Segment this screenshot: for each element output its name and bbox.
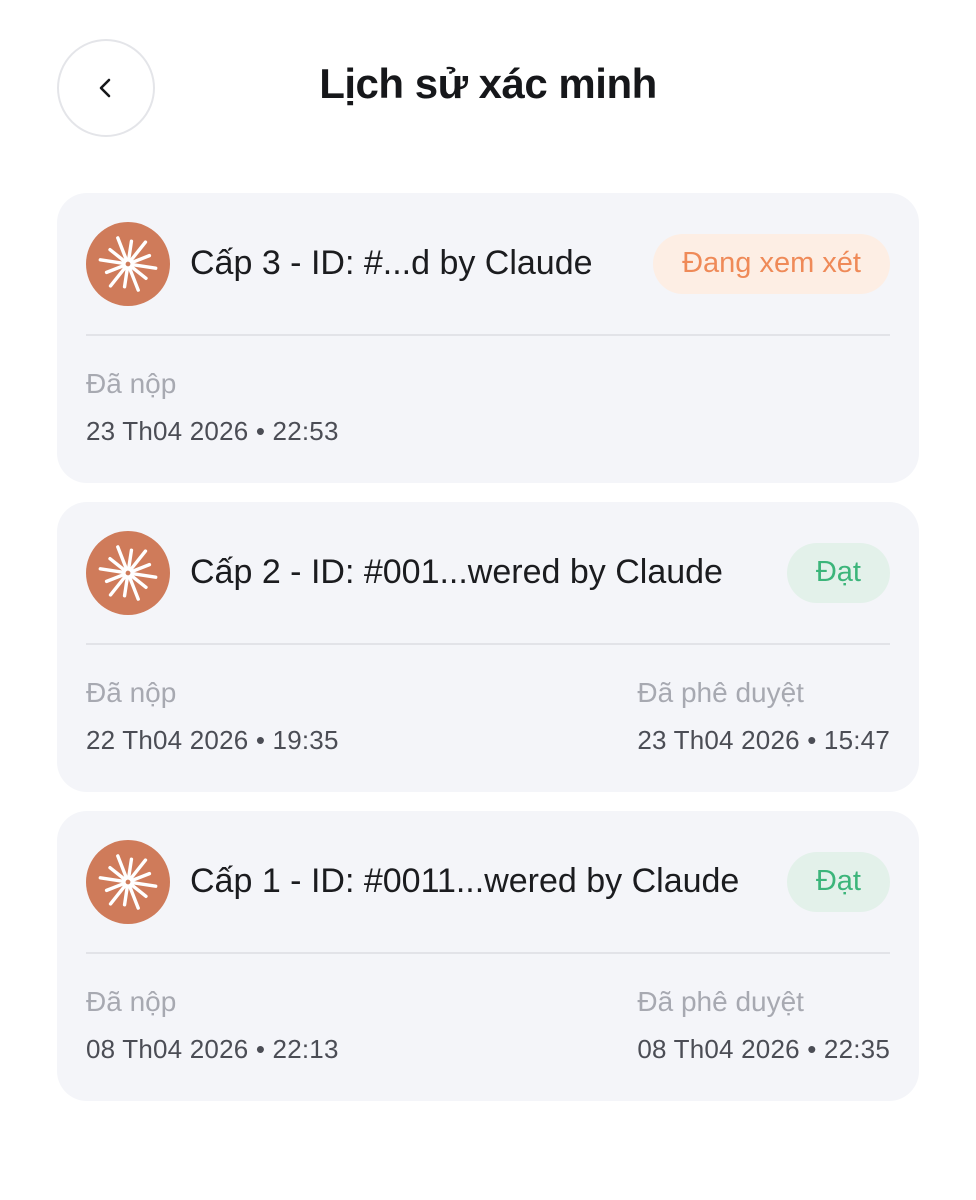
submitted-date: 23 Th04 2026 • 22:53 — [86, 416, 339, 446]
card-title: Cấp 2 - ID: #001...wered by Claude — [190, 553, 723, 591]
approved-label: Đã phê duyệt — [637, 986, 804, 1017]
approved-date: 23 Th04 2026 • 15:47 — [637, 725, 890, 755]
submitted-info: Đã nộp 08 Th04 2026 • 22:13 — [86, 986, 339, 1065]
card-title: Cấp 1 - ID: #0011...wered by Claude — [190, 862, 740, 900]
claude-logo-icon — [86, 839, 170, 924]
claude-logo-icon — [86, 530, 170, 615]
submitted-date: 08 Th04 2026 • 22:13 — [86, 1034, 339, 1064]
approved-label: Đã phê duyệt — [637, 677, 804, 708]
card-body: Đã nộp 08 Th04 2026 • 22:13 Đã phê duyệt… — [86, 954, 890, 1065]
submitted-info: Đã nộp 22 Th04 2026 • 19:35 — [86, 677, 339, 756]
card-header: Cấp 3 - ID: #...d by Claude Đang xem xét — [86, 193, 890, 336]
page-title: Lịch sử xác minh — [319, 60, 657, 107]
verification-card[interactable]: Cấp 2 - ID: #001...wered by Claude Đạt Đ… — [57, 502, 919, 792]
header: Lịch sử xác minh — [0, 0, 976, 180]
verification-card[interactable]: Cấp 3 - ID: #...d by Claude Đang xem xét… — [57, 193, 919, 483]
submitted-label: Đã nộp — [86, 986, 177, 1017]
status-badge: Đạt — [786, 542, 890, 603]
status-badge: Đạt — [786, 851, 890, 912]
verification-card[interactable]: Cấp 1 - ID: #0011...wered by Claude Đạt … — [57, 811, 919, 1101]
claude-logo-icon — [86, 221, 170, 306]
submitted-label: Đã nộp — [86, 368, 177, 399]
card-title: Cấp 3 - ID: #...d by Claude — [190, 244, 593, 282]
card-header: Cấp 1 - ID: #0011...wered by Claude Đạt — [86, 811, 890, 954]
approved-date: 08 Th04 2026 • 22:35 — [637, 1034, 890, 1064]
card-header: Cấp 2 - ID: #001...wered by Claude Đạt — [86, 502, 890, 645]
card-body: Đã nộp 23 Th04 2026 • 22:53 — [86, 336, 890, 447]
approved-info: Đã phê duyệt 08 Th04 2026 • 22:35 — [637, 986, 890, 1065]
submitted-label: Đã nộp — [86, 677, 177, 708]
submitted-date: 22 Th04 2026 • 19:35 — [86, 725, 339, 755]
status-badge: Đang xem xét — [653, 233, 890, 294]
verification-list: Cấp 3 - ID: #...d by Claude Đang xem xét… — [57, 193, 919, 1120]
card-body: Đã nộp 22 Th04 2026 • 19:35 Đã phê duyệt… — [86, 645, 890, 756]
approved-info: Đã phê duyệt 23 Th04 2026 • 15:47 — [637, 677, 890, 756]
submitted-info: Đã nộp 23 Th04 2026 • 22:53 — [86, 368, 339, 447]
